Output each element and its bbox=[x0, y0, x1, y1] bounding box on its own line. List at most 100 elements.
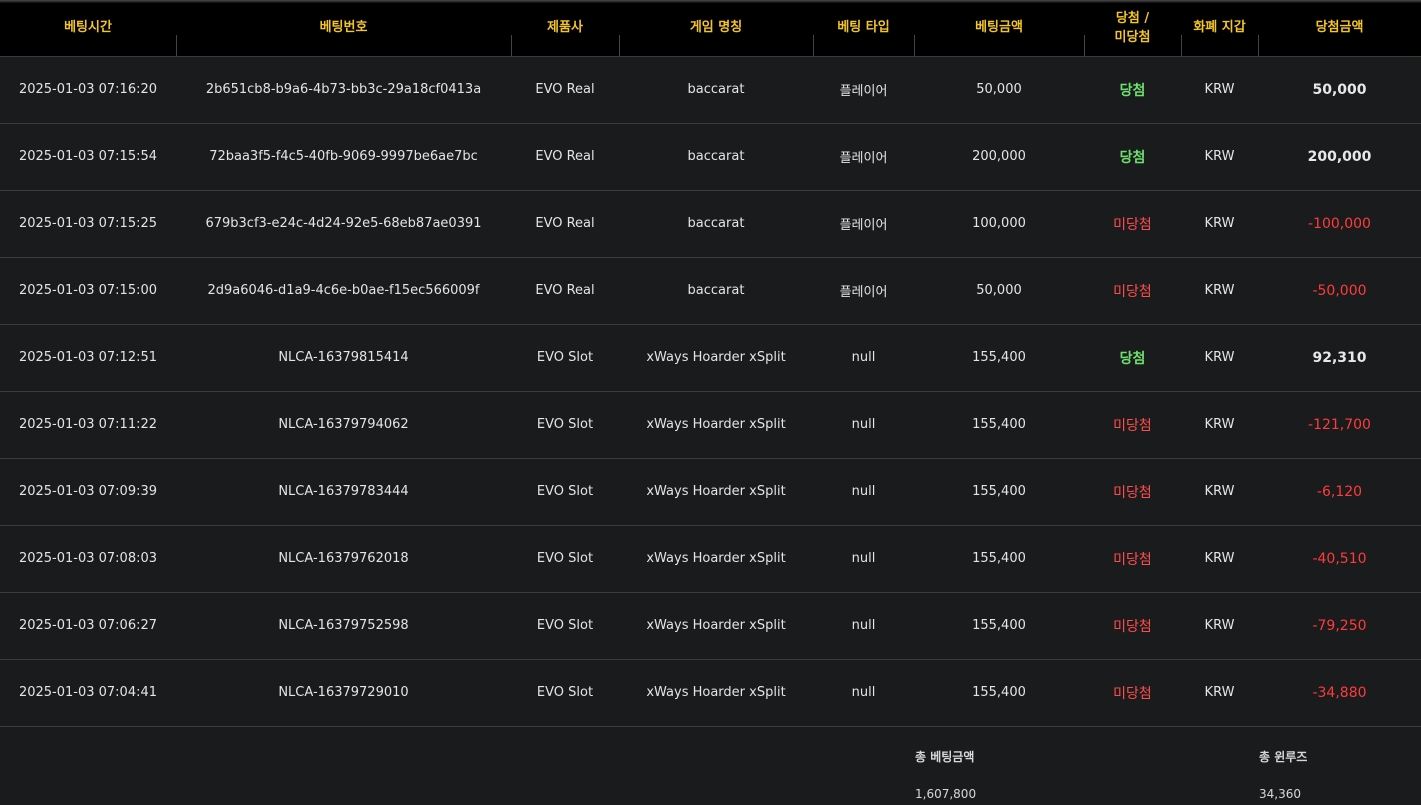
total-winloss-label: 총 윈루즈 bbox=[1259, 749, 1308, 764]
bet-id-cell: NLCA-16379752598 bbox=[176, 592, 511, 660]
bet-time-cell: 2025-01-03 07:11:22 bbox=[0, 391, 176, 459]
header-game-name[interactable]: 게임 명칭 bbox=[619, 0, 813, 57]
result-cell: 미당첨 bbox=[1084, 391, 1181, 459]
table-row[interactable]: 2025-01-03 07:06:27 NLCA-16379752598 EVO S… bbox=[0, 592, 1421, 660]
currency-cell: KRW bbox=[1181, 190, 1258, 258]
provider-cell: EVO Real bbox=[511, 190, 619, 258]
top-edge-shadow bbox=[0, 0, 1421, 3]
provider-cell: EVO Slot bbox=[511, 458, 619, 526]
bet-id-cell: NLCA-16379815414 bbox=[176, 324, 511, 392]
result-cell: 미당첨 bbox=[1084, 592, 1181, 660]
total-bet-value: 1,607,800 bbox=[915, 786, 977, 801]
bet-type-cell: 플레이어 bbox=[813, 190, 914, 258]
game-name-cell: xWays Hoarder xSplit bbox=[619, 391, 813, 459]
table-row[interactable]: 2025-01-03 07:12:51 NLCA-16379815414 EVO S… bbox=[0, 324, 1421, 392]
win-amount-cell: -34,880 bbox=[1258, 659, 1421, 727]
table-row[interactable]: 2025-01-03 07:15:00 2d9a6046-d1a9-4c6e-b0… bbox=[0, 257, 1421, 325]
summary-row: 총 베팅금액 1,607,800 총 윈루즈 34,360 bbox=[0, 726, 1421, 805]
table-row[interactable]: 2025-01-03 07:11:22 NLCA-16379794062 EVO S… bbox=[0, 391, 1421, 459]
bet-id-cell: 2b651cb8-b9a6-4b73-bb3c-29a18cf0413a bbox=[176, 56, 511, 124]
result-cell: 미당첨 bbox=[1084, 525, 1181, 593]
header-currency[interactable]: 화폐 지갑 bbox=[1181, 0, 1258, 57]
header-bet-amount[interactable]: 베팅금액 bbox=[914, 0, 1084, 57]
total-bet-label: 총 베팅금액 bbox=[915, 749, 975, 764]
table-row[interactable]: 2025-01-03 07:16:20 2b651cb8-b9a6-4b73-bb… bbox=[0, 56, 1421, 124]
game-name-cell: xWays Hoarder xSplit bbox=[619, 525, 813, 593]
win-amount-cell: -40,510 bbox=[1258, 525, 1421, 593]
bet-type-cell: 플레이어 bbox=[813, 123, 914, 191]
bet-id-cell: 72baa3f5-f4c5-40fb-9069-9997be6ae7bc bbox=[176, 123, 511, 191]
total-winloss-cell: 총 윈루즈 34,360 bbox=[1258, 726, 1421, 805]
bet-amount-cell: 100,000 bbox=[914, 190, 1084, 258]
bet-time-cell: 2025-01-03 07:15:25 bbox=[0, 190, 176, 258]
bet-id-cell: 2d9a6046-d1a9-4c6e-b0ae-f15ec566009f bbox=[176, 257, 511, 325]
provider-cell: EVO Slot bbox=[511, 592, 619, 660]
currency-cell: KRW bbox=[1181, 123, 1258, 191]
currency-cell: KRW bbox=[1181, 391, 1258, 459]
game-name-cell: baccarat bbox=[619, 56, 813, 124]
table-row[interactable]: 2025-01-03 07:15:54 72baa3f5-f4c5-40fb-90… bbox=[0, 123, 1421, 191]
result-cell: 미당첨 bbox=[1084, 257, 1181, 325]
currency-cell: KRW bbox=[1181, 257, 1258, 325]
win-amount-cell: -100,000 bbox=[1258, 190, 1421, 258]
bet-type-cell: null bbox=[813, 525, 914, 593]
bet-type-cell: null bbox=[813, 324, 914, 392]
currency-cell: KRW bbox=[1181, 56, 1258, 124]
currency-cell: KRW bbox=[1181, 458, 1258, 526]
result-cell: 당첨 bbox=[1084, 324, 1181, 392]
header-bet-type[interactable]: 베팅 타입 bbox=[813, 0, 914, 57]
result-cell: 미당첨 bbox=[1084, 458, 1181, 526]
game-name-cell: xWays Hoarder xSplit bbox=[619, 324, 813, 392]
bet-amount-cell: 155,400 bbox=[914, 458, 1084, 526]
bet-type-cell: null bbox=[813, 391, 914, 459]
header-bet-id[interactable]: 베팅번호 bbox=[176, 0, 511, 57]
currency-cell: KRW bbox=[1181, 659, 1258, 727]
game-name-cell: baccarat bbox=[619, 123, 813, 191]
provider-cell: EVO Slot bbox=[511, 391, 619, 459]
bet-id-cell: NLCA-16379762018 bbox=[176, 525, 511, 593]
bet-time-cell: 2025-01-03 07:06:27 bbox=[0, 592, 176, 660]
win-amount-cell: -6,120 bbox=[1258, 458, 1421, 526]
result-cell: 미당첨 bbox=[1084, 659, 1181, 727]
bet-id-cell: NLCA-16379794062 bbox=[176, 391, 511, 459]
provider-cell: EVO Slot bbox=[511, 525, 619, 593]
result-cell: 미당첨 bbox=[1084, 190, 1181, 258]
provider-cell: EVO Slot bbox=[511, 324, 619, 392]
provider-cell: EVO Real bbox=[511, 257, 619, 325]
table-row[interactable]: 2025-01-03 07:15:25 679b3cf3-e24c-4d24-92… bbox=[0, 190, 1421, 258]
bet-time-cell: 2025-01-03 07:15:54 bbox=[0, 123, 176, 191]
provider-cell: EVO Real bbox=[511, 56, 619, 124]
bet-id-cell: 679b3cf3-e24c-4d24-92e5-68eb87ae0391 bbox=[176, 190, 511, 258]
win-amount-cell: -121,700 bbox=[1258, 391, 1421, 459]
header-result[interactable]: 당첨 / 미당첨 bbox=[1084, 0, 1181, 57]
bet-time-cell: 2025-01-03 07:15:00 bbox=[0, 257, 176, 325]
header-provider[interactable]: 제품사 bbox=[511, 0, 619, 57]
bet-type-cell: 플레이어 bbox=[813, 56, 914, 124]
game-name-cell: baccarat bbox=[619, 257, 813, 325]
bet-type-cell: 플레이어 bbox=[813, 257, 914, 325]
table-row[interactable]: 2025-01-03 07:04:41 NLCA-16379729010 EVO S… bbox=[0, 659, 1421, 727]
bet-id-cell: NLCA-16379783444 bbox=[176, 458, 511, 526]
table-row[interactable]: 2025-01-03 07:08:03 NLCA-16379762018 EVO S… bbox=[0, 525, 1421, 593]
bet-type-cell: null bbox=[813, 592, 914, 660]
bet-amount-cell: 155,400 bbox=[914, 659, 1084, 727]
currency-cell: KRW bbox=[1181, 324, 1258, 392]
header-win-amount[interactable]: 당첨금액 bbox=[1258, 0, 1421, 57]
win-amount-cell: 92,310 bbox=[1258, 324, 1421, 392]
total-bet-cell: 총 베팅금액 1,607,800 bbox=[914, 726, 1084, 805]
header-bet-time[interactable]: 베팅시간 bbox=[0, 0, 176, 57]
bet-history-table: 베팅시간 베팅번호 제품사 게임 명칭 베팅 타입 베팅금액 당첨 / 미당첨 화… bbox=[0, 0, 1421, 805]
table-row[interactable]: 2025-01-03 07:09:39 NLCA-16379783444 EVO S… bbox=[0, 458, 1421, 526]
bet-amount-cell: 155,400 bbox=[914, 592, 1084, 660]
game-name-cell: xWays Hoarder xSplit bbox=[619, 592, 813, 660]
bet-amount-cell: 200,000 bbox=[914, 123, 1084, 191]
bet-amount-cell: 50,000 bbox=[914, 56, 1084, 124]
bet-time-cell: 2025-01-03 07:08:03 bbox=[0, 525, 176, 593]
bet-amount-cell: 155,400 bbox=[914, 324, 1084, 392]
bet-type-cell: null bbox=[813, 659, 914, 727]
game-name-cell: xWays Hoarder xSplit bbox=[619, 659, 813, 727]
currency-cell: KRW bbox=[1181, 592, 1258, 660]
table-body: 2025-01-03 07:16:20 2b651cb8-b9a6-4b73-bb… bbox=[0, 56, 1421, 727]
result-cell: 당첨 bbox=[1084, 123, 1181, 191]
bet-amount-cell: 50,000 bbox=[914, 257, 1084, 325]
